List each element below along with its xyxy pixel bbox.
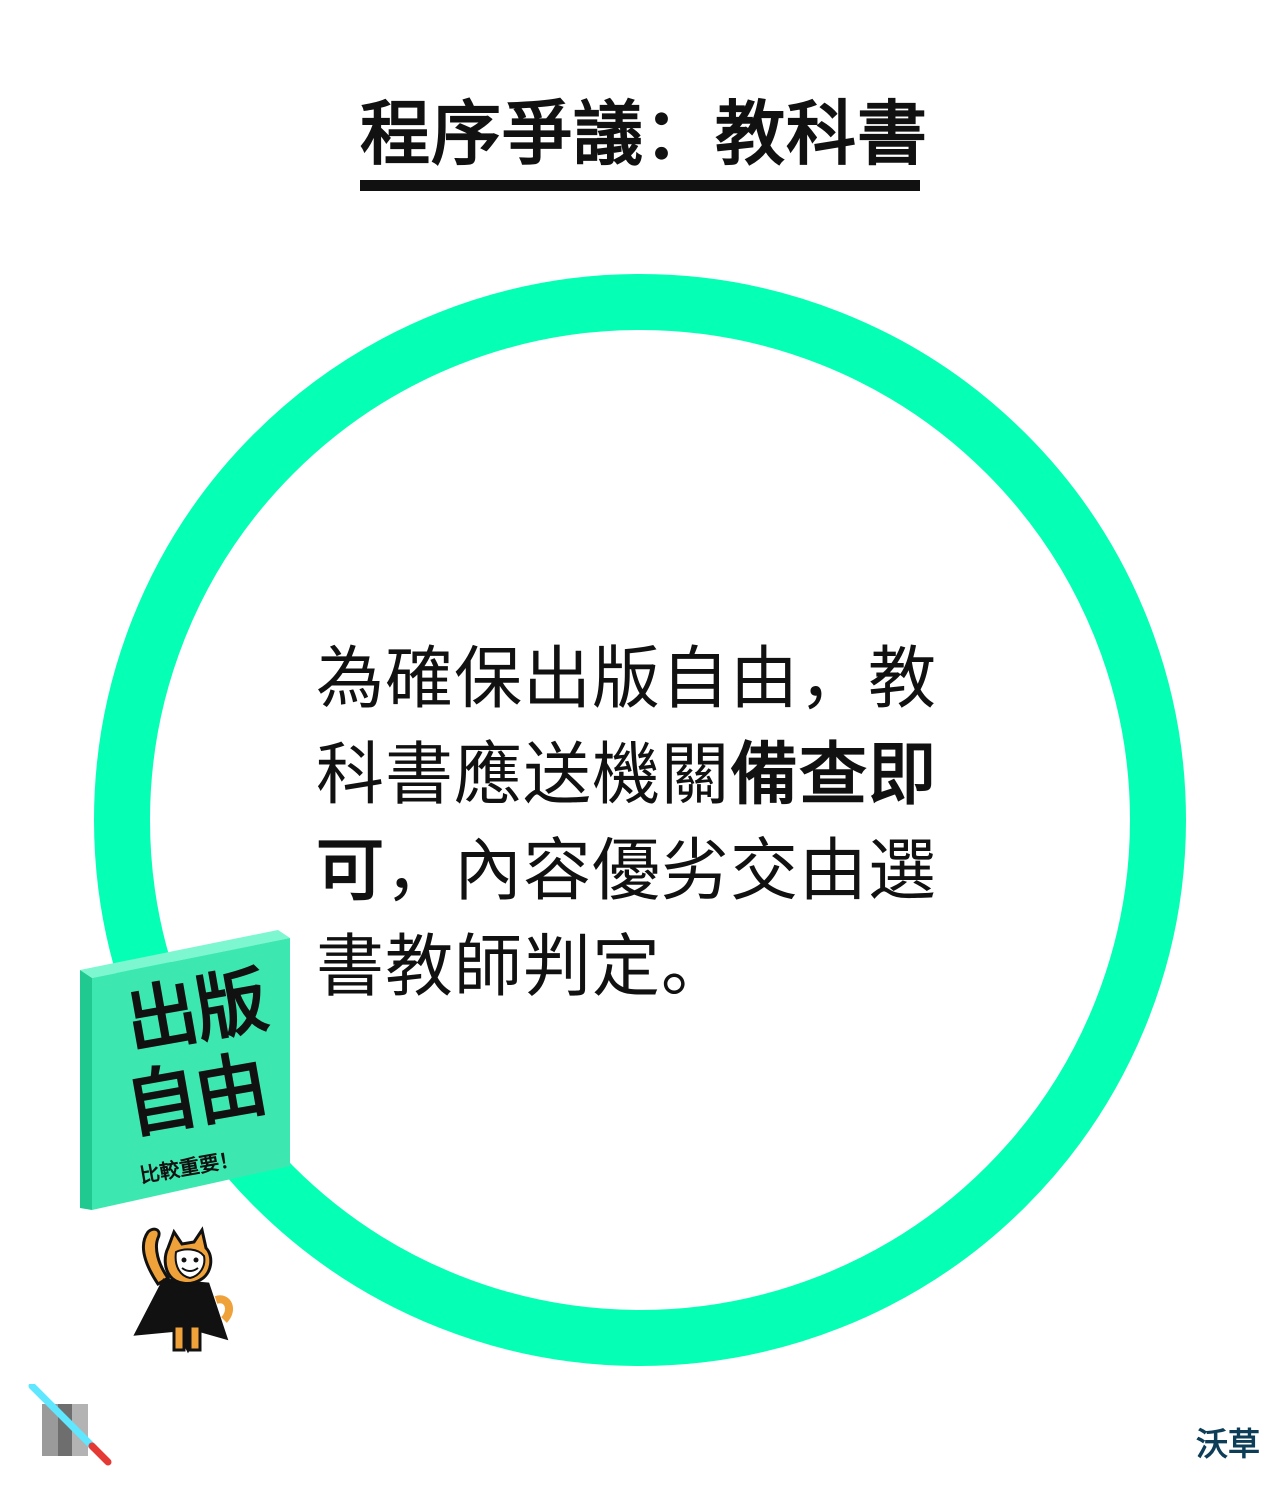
brand-logo-text: 沃草 xyxy=(1195,1425,1260,1463)
statement-text: 為確保出版自由，教 科書應送機關備查即 可，內容優劣交由選 書教師判定。 xyxy=(316,632,976,1016)
title-underline xyxy=(360,180,920,191)
badge-caption: 比較重要！ xyxy=(138,1146,241,1188)
press-freedom-badge: 出版 自由 比較重要！ xyxy=(80,928,290,1218)
cat-mascot-cape-icon xyxy=(128,1226,238,1364)
statement-line: 為確保出版自由，教 xyxy=(316,640,938,719)
lightsaber-logo-icon xyxy=(26,1382,114,1472)
statement-line: 可，內容優劣交由選 xyxy=(316,832,938,911)
emphasis-text: 備查即 xyxy=(730,736,938,815)
emphasis-text: 可 xyxy=(316,832,386,911)
statement-line: 科書應送機關備查即 xyxy=(316,736,938,815)
statement-line: 書教師判定。 xyxy=(316,928,731,1007)
page-title: 程序爭議：教科書 xyxy=(360,92,928,175)
